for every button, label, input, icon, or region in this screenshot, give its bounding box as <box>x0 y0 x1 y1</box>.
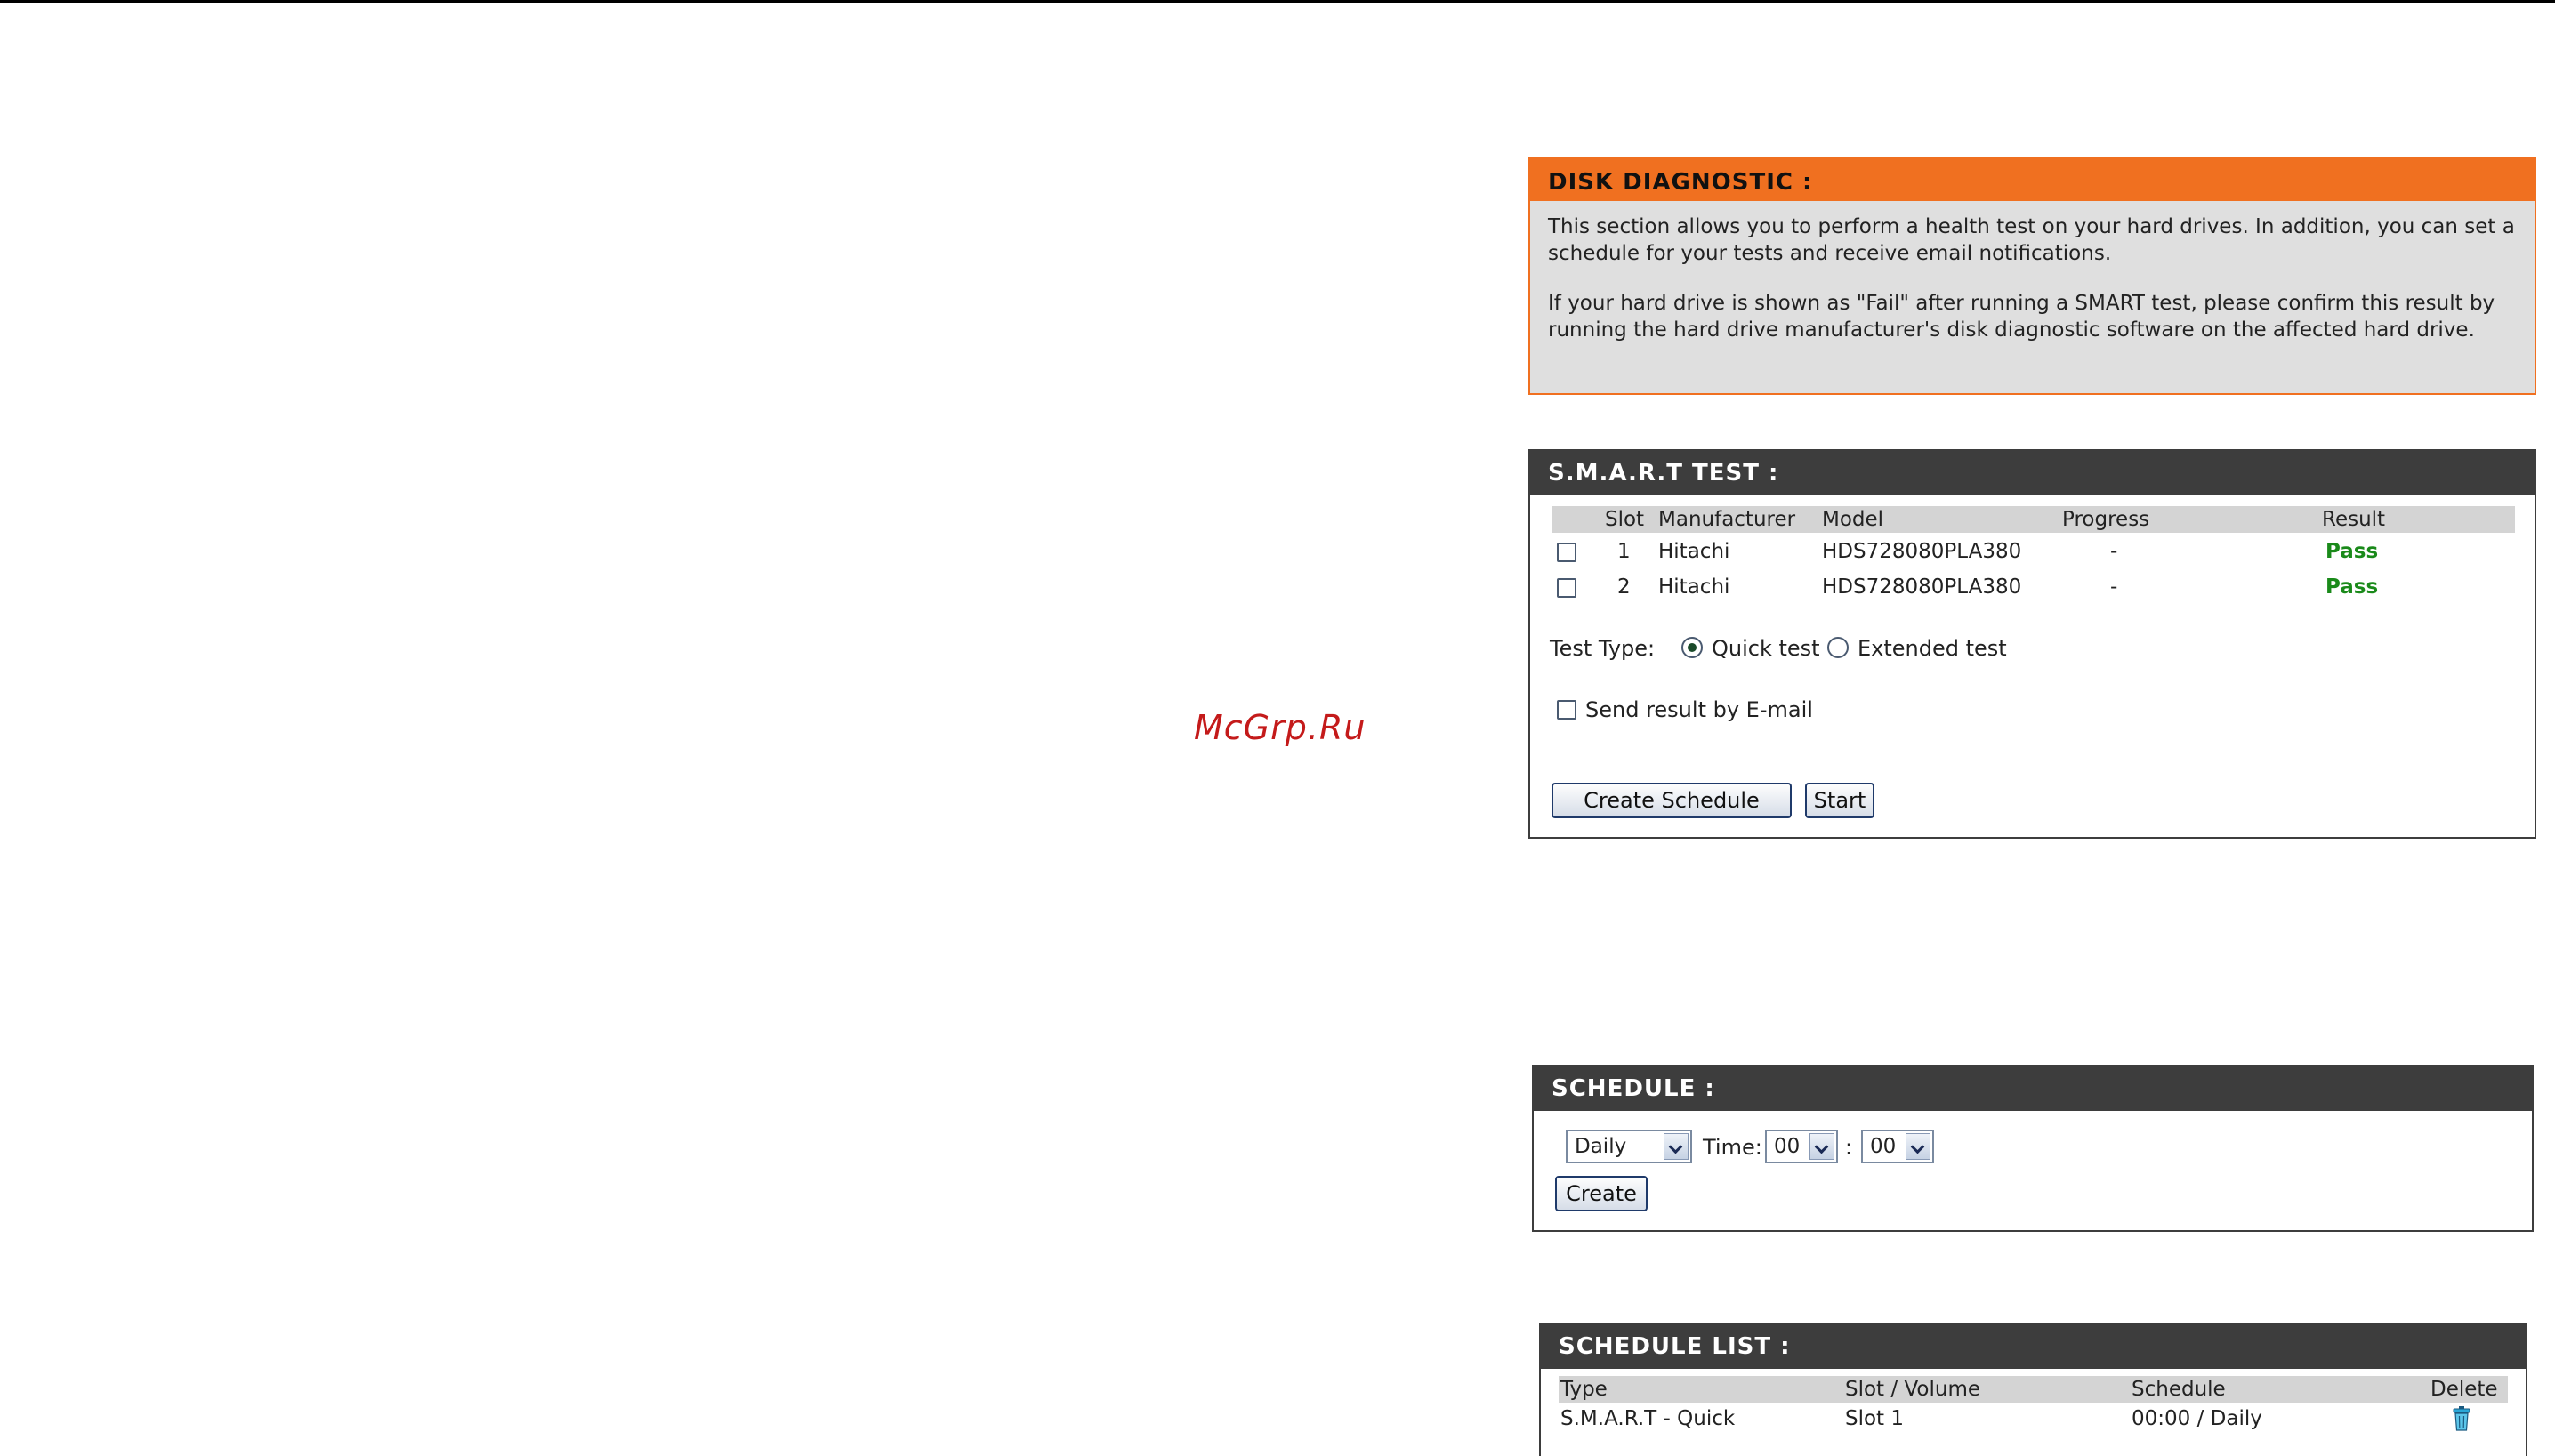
watermark: McGrp.Ru <box>1194 708 1366 747</box>
row-result: Pass <box>2325 575 2379 599</box>
row-schedule: 00:00 / Daily <box>2132 1407 2262 1430</box>
time-separator: : <box>1845 1135 1853 1160</box>
row-result: Pass <box>2325 540 2379 563</box>
col-schedule: Schedule <box>2132 1378 2226 1401</box>
start-button[interactable]: Start <box>1805 783 1874 818</box>
diagnostic-para2-line2: running the hard drive manufacturer's di… <box>1548 318 2475 342</box>
smart-table-header: Slot Manufacturer Model Progress Result <box>1552 506 2515 533</box>
smart-test-title: S.M.A.R.T TEST : <box>1530 451 2535 495</box>
create-schedule-button[interactable]: Create Schedule <box>1552 783 1792 818</box>
table-row: 1 Hitachi HDS728080PLA380 - Pass <box>1552 534 2515 569</box>
row-manufacturer: Hitachi <box>1658 575 1730 599</box>
col-model: Model <box>1822 508 1884 531</box>
col-delete: Delete <box>2430 1378 2498 1401</box>
chevron-down-icon <box>1906 1133 1930 1160</box>
top-rule <box>0 0 2555 3</box>
col-slot-volume: Slot / Volume <box>1845 1378 1980 1401</box>
extended-test-label[interactable]: Extended test <box>1858 635 2007 662</box>
row-model: HDS728080PLA380 <box>1822 540 2022 563</box>
test-type-label: Test Type: <box>1550 636 1656 661</box>
frequency-select[interactable]: Daily <box>1566 1130 1692 1163</box>
smart-test-panel: S.M.A.R.T TEST : Slot Manufacturer Model… <box>1528 449 2536 839</box>
slot-2-checkbox[interactable] <box>1557 578 1576 598</box>
chevron-down-icon <box>1809 1133 1834 1160</box>
schedule-list-title: SCHEDULE LIST : <box>1541 1324 2526 1369</box>
frequency-value: Daily <box>1575 1135 1627 1158</box>
slot-1-checkbox[interactable] <box>1557 543 1576 562</box>
row-slot-volume: Slot 1 <box>1845 1407 1905 1430</box>
minute-select[interactable]: 00 <box>1861 1130 1934 1163</box>
trash-icon[interactable] <box>2452 1406 2471 1431</box>
row-manufacturer: Hitachi <box>1658 540 1730 563</box>
diagnostic-para2-line1: If your hard drive is shown as "Fail" af… <box>1548 292 2495 315</box>
hour-value: 00 <box>1774 1135 1801 1158</box>
row-slot: 1 <box>1617 540 1631 563</box>
time-label: Time: <box>1703 1135 1762 1160</box>
row-model: HDS728080PLA380 <box>1822 575 2022 599</box>
col-result: Result <box>2322 508 2386 531</box>
row-slot: 2 <box>1617 575 1631 599</box>
diagnostic-para1-line2: schedule for your tests and receive emai… <box>1548 242 2112 265</box>
schedule-title: SCHEDULE : <box>1534 1066 2532 1111</box>
send-email-checkbox[interactable] <box>1557 700 1576 720</box>
send-email-label[interactable]: Send result by E-mail <box>1585 696 1813 723</box>
hour-select[interactable]: 00 <box>1765 1130 1838 1163</box>
row-progress: - <box>2110 575 2118 599</box>
row-type: S.M.A.R.T - Quick <box>1560 1407 1736 1430</box>
disk-diagnostic-panel: DISK DIAGNOSTIC : This section allows yo… <box>1528 157 2536 395</box>
quick-test-radio[interactable] <box>1681 637 1703 658</box>
col-type: Type <box>1560 1378 1608 1401</box>
disk-diagnostic-title: DISK DIAGNOSTIC : <box>1530 158 2535 201</box>
col-progress: Progress <box>2062 508 2150 531</box>
quick-test-label[interactable]: Quick test <box>1712 635 1820 662</box>
create-button[interactable]: Create <box>1555 1176 1648 1211</box>
row-progress: - <box>2110 540 2118 563</box>
col-slot: Slot <box>1605 508 1645 531</box>
minute-value: 00 <box>1870 1135 1897 1158</box>
extended-test-radio[interactable] <box>1827 637 1849 658</box>
col-manufacturer: Manufacturer <box>1658 508 1796 531</box>
diagnostic-para1-line1: This section allows you to perform a hea… <box>1548 215 2515 238</box>
table-row: 2 Hitachi HDS728080PLA380 - Pass <box>1552 569 2515 605</box>
table-row: S.M.A.R.T - Quick Slot 1 00:00 / Daily <box>1559 1401 2508 1436</box>
schedule-list-header: Type Slot / Volume Schedule Delete <box>1559 1376 2508 1403</box>
chevron-down-icon <box>1664 1133 1689 1160</box>
schedule-panel: SCHEDULE : Daily Time: 00 : 00 Create <box>1532 1065 2534 1232</box>
schedule-list-panel: SCHEDULE LIST : Type Slot / Volume Sched… <box>1539 1323 2527 1456</box>
